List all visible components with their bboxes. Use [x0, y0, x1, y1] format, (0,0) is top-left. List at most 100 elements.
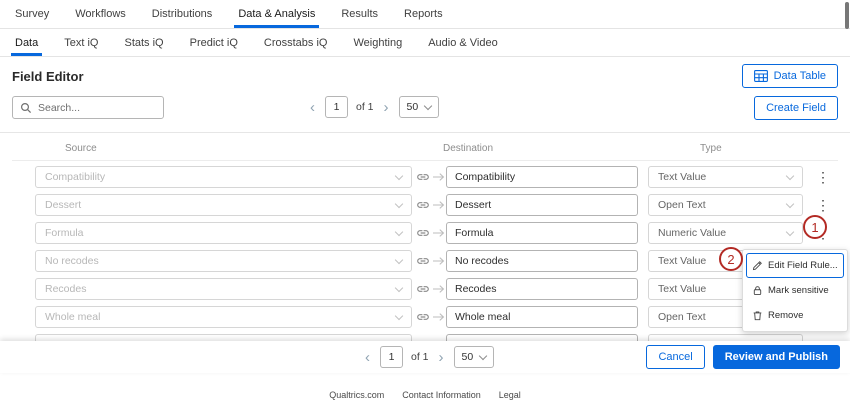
table-row: Whole meal Open Text ⋮ — [35, 306, 850, 328]
menu-item-label: Edit Field Rule... — [768, 260, 838, 271]
page-header: Field Editor Data Table — [0, 57, 850, 95]
page-size-select[interactable]: 50 — [454, 346, 495, 368]
pencil-icon — [752, 260, 763, 271]
source-select[interactable]: Recodes — [35, 278, 412, 300]
page-number-input[interactable]: 1 — [380, 346, 403, 368]
subtab-crosstabs-iq[interactable]: Crosstabs iQ — [251, 29, 341, 56]
page-of-label: of 1 — [356, 101, 374, 113]
subtab-stats-iq[interactable]: Stats iQ — [111, 29, 176, 56]
source-value: Formula — [45, 227, 84, 239]
source-value: Compatibility — [45, 171, 105, 183]
footer-link-contact[interactable]: Contact Information — [402, 390, 481, 400]
destination-input[interactable] — [446, 166, 638, 188]
page-title: Field Editor — [12, 69, 84, 84]
prev-page-button[interactable]: ‹ — [308, 100, 317, 115]
row-menu-button[interactable]: ⋮ — [816, 170, 830, 184]
bar-buttons: Cancel Review and Publish — [646, 345, 840, 369]
link-icon — [416, 198, 431, 212]
arrow-connector — [433, 228, 446, 238]
source-select[interactable]: Compatibility — [35, 166, 412, 188]
bottom-action-bar: ‹ 1 of 1 › 50 Cancel Review and Publish — [0, 341, 850, 373]
next-page-button[interactable]: › — [382, 100, 391, 115]
table-row: Formula Numeric Value ⋮ — [35, 222, 850, 244]
subtab-audio-video[interactable]: Audio & Video — [415, 29, 511, 56]
table-row: Recodes Text Value ⋮ — [35, 278, 850, 300]
destination-input[interactable] — [446, 278, 638, 300]
sub-nav: Data Text iQ Stats iQ Predict iQ Crossta… — [0, 29, 850, 57]
table-icon — [754, 70, 768, 82]
tab-reports[interactable]: Reports — [391, 0, 456, 28]
tab-workflows[interactable]: Workflows — [62, 0, 139, 28]
subtab-predict-iq[interactable]: Predict iQ — [177, 29, 251, 56]
tab-results[interactable]: Results — [328, 0, 391, 28]
scrollbar-thumb[interactable] — [845, 2, 849, 29]
type-value: Text Value — [658, 283, 706, 295]
menu-item-remove[interactable]: Remove — [746, 303, 844, 328]
review-and-publish-button[interactable]: Review and Publish — [713, 345, 840, 369]
chevron-down-icon — [395, 227, 403, 235]
footer-link-legal[interactable]: Legal — [499, 390, 521, 400]
type-select[interactable]: Text Value — [648, 166, 803, 188]
destination-input[interactable] — [446, 250, 638, 272]
type-select[interactable]: Open Text — [648, 194, 803, 216]
source-value: No recodes — [45, 255, 99, 267]
arrow-connector — [433, 200, 446, 210]
top-nav: Survey Workflows Distributions Data & An… — [0, 0, 850, 29]
tab-data-and-analysis[interactable]: Data & Analysis — [225, 0, 328, 28]
table-row: Dessert Open Text ⋮ — [35, 194, 850, 216]
annotation-badge-2: 2 — [719, 247, 743, 271]
type-value: Open Text — [658, 311, 706, 323]
chevron-down-icon — [395, 199, 403, 207]
source-select[interactable]: Dessert — [35, 194, 412, 216]
link-icon — [416, 170, 431, 184]
type-value: Numeric Value — [658, 227, 726, 239]
source-select[interactable]: No recodes — [35, 250, 412, 272]
next-page-button[interactable]: › — [437, 350, 446, 365]
source-value: Dessert — [45, 199, 81, 211]
pagination-top: ‹ 1 of 1 › 50 — [308, 96, 439, 118]
page-size-select[interactable]: 50 — [399, 96, 440, 118]
trash-icon — [752, 310, 763, 321]
menu-item-mark-sensitive[interactable]: Mark sensitive — [746, 278, 844, 303]
arrow-connector — [433, 284, 446, 294]
destination-input[interactable] — [446, 222, 638, 244]
subtab-data[interactable]: Data — [2, 29, 51, 56]
footer-link-qualtrics[interactable]: Qualtrics.com — [329, 390, 384, 400]
source-select[interactable]: Formula — [35, 222, 412, 244]
link-icon — [416, 282, 431, 296]
section-divider — [0, 132, 850, 133]
source-select[interactable] — [35, 334, 412, 341]
create-field-button[interactable]: Create Field — [754, 96, 838, 120]
source-value: Whole meal — [45, 311, 100, 323]
destination-input[interactable] — [446, 306, 638, 328]
subtab-text-iq[interactable]: Text iQ — [51, 29, 111, 56]
page-number-input[interactable]: 1 — [325, 96, 348, 118]
column-header-destination: Destination — [443, 143, 493, 154]
chevron-down-icon — [479, 351, 487, 359]
link-icon — [416, 310, 431, 324]
cancel-button[interactable]: Cancel — [646, 345, 704, 369]
page-size-value: 50 — [407, 101, 419, 113]
arrow-connector — [433, 256, 446, 266]
pagination-bottom: ‹ 1 of 1 › 50 — [363, 346, 494, 368]
data-table-button[interactable]: Data Table — [742, 64, 838, 88]
destination-input[interactable] — [446, 334, 638, 341]
prev-page-button[interactable]: ‹ — [363, 350, 372, 365]
link-icon — [416, 254, 431, 268]
subtab-weighting[interactable]: Weighting — [340, 29, 415, 56]
column-header-type: Type — [700, 143, 722, 154]
tab-survey[interactable]: Survey — [2, 0, 62, 28]
row-menu-button[interactable]: ⋮ — [816, 198, 830, 212]
source-value: Recodes — [45, 283, 86, 295]
menu-item-edit-field-rule[interactable]: Edit Field Rule... — [746, 253, 844, 278]
chevron-down-icon — [424, 101, 432, 109]
type-select[interactable]: Numeric Value — [648, 222, 803, 244]
tab-distributions[interactable]: Distributions — [139, 0, 226, 28]
destination-input[interactable] — [446, 194, 638, 216]
source-select[interactable]: Whole meal — [35, 306, 412, 328]
type-select[interactable] — [648, 334, 803, 341]
search-input[interactable] — [38, 102, 156, 114]
chevron-down-icon — [395, 283, 403, 291]
controls-row: ‹ 1 of 1 › 50 Create Field — [0, 96, 850, 120]
page-of-label: of 1 — [411, 351, 429, 363]
